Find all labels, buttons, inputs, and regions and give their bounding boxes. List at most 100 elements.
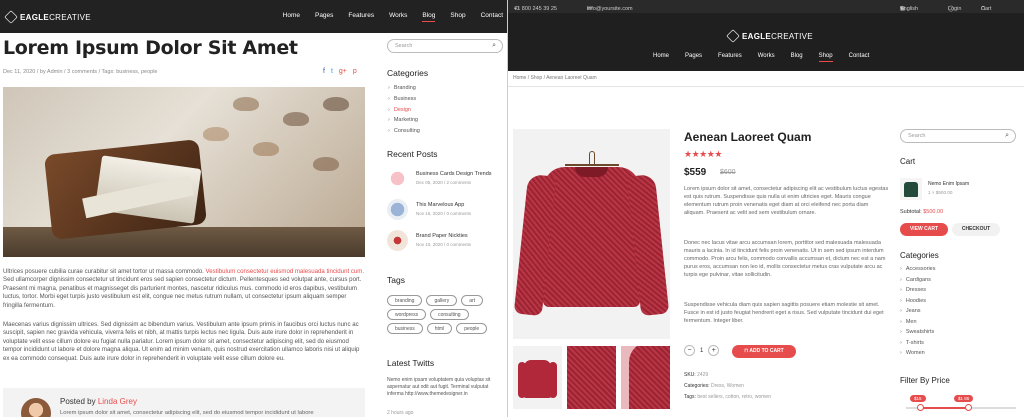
- category-item[interactable]: Men: [900, 319, 936, 330]
- inline-link[interactable]: Vestibulum consectetur euismod malesuada…: [206, 268, 365, 275]
- breadcrumb-divider: [508, 86, 1024, 87]
- tag-chip[interactable]: people: [456, 323, 488, 334]
- shop-product-panel: ✆ +1 800 245 39 25 ✉ info@yoursite.com ▦…: [508, 0, 1024, 417]
- nav-item-features[interactable]: Features: [348, 12, 374, 22]
- twitter-icon[interactable]: t: [331, 68, 333, 75]
- category-item[interactable]: Jeans: [900, 308, 936, 319]
- nav-item-pages[interactable]: Pages: [315, 12, 333, 22]
- nav-item-features[interactable]: Features: [718, 53, 742, 62]
- category-item[interactable]: Dresses: [900, 287, 936, 298]
- author-avatar: [21, 398, 51, 417]
- category-item[interactable]: Branding: [388, 85, 420, 96]
- star-icon: ★: [714, 149, 722, 159]
- nav-item-works[interactable]: Works: [389, 12, 407, 22]
- tag-chip[interactable]: art: [461, 295, 484, 306]
- price-range-slider[interactable]: [906, 404, 1016, 411]
- share-icons: f t g+ p: [323, 68, 357, 75]
- chevron-down-icon: ▾: [900, 6, 903, 12]
- post-paragraph-1: Ultrices posuere cubilia curae curabitur…: [3, 268, 365, 309]
- recent-post-thumbnail[interactable]: [387, 168, 408, 189]
- cart-item-name[interactable]: Nemo Enim Ipsam: [928, 181, 969, 187]
- add-to-cart-button[interactable]: ⊓ ADD TO CART: [732, 345, 796, 358]
- view-cart-button[interactable]: VIEW CART: [900, 223, 948, 236]
- filter-by-price-heading: Filter By Price: [900, 376, 950, 385]
- nav-item-shop[interactable]: Shop: [818, 53, 833, 62]
- top-navbar: EAGLE CREATIVE Home Pages Features Works Blog…: [0, 0, 507, 33]
- google-plus-icon[interactable]: g+: [339, 68, 347, 75]
- nav-item-home[interactable]: Home: [283, 12, 300, 22]
- star-icon: ★: [684, 149, 692, 159]
- site-logo[interactable]: EAGLE CREATIVE: [4, 10, 91, 24]
- categories-heading: Categories: [900, 251, 939, 260]
- recent-post-title[interactable]: Brand Paper Nickties: [416, 233, 468, 239]
- search-icon[interactable]: ⌕: [492, 42, 496, 50]
- nav-item-blog[interactable]: Blog: [791, 53, 803, 62]
- checkout-button[interactable]: CHECKOUT: [952, 223, 1000, 236]
- tag-chip[interactable]: branding: [387, 295, 423, 306]
- nav-item-works[interactable]: Works: [758, 53, 775, 62]
- categories-list: BrandingBusinessDesignMarketingConsultin…: [388, 85, 420, 139]
- tag-cloud: branding gallery art wordpress consulting bus…: [387, 295, 507, 334]
- product-main-image[interactable]: [513, 129, 670, 339]
- search-input[interactable]: Search ⌕: [900, 129, 1016, 143]
- twitt-text: Nemo enim ipsam voluptatem quia voluptas…: [387, 377, 491, 397]
- price-max-label: $1 85: [954, 395, 974, 402]
- recent-post-thumbnail[interactable]: [387, 230, 408, 251]
- price-max-handle[interactable]: [965, 404, 972, 411]
- nav-item-pages[interactable]: Pages: [685, 53, 702, 62]
- category-item[interactable]: Sweatshirts: [900, 329, 936, 340]
- increase-button[interactable]: +: [708, 345, 720, 356]
- recent-post-title[interactable]: This Marvelous App: [416, 202, 464, 208]
- logo-text-bold: EAGLE: [20, 12, 50, 22]
- product-sku: SKU: 2429: [684, 372, 709, 378]
- product-thumbnail[interactable]: [621, 346, 670, 409]
- category-item[interactable]: T-shirts: [900, 340, 936, 351]
- eagle-logo-icon: [4, 10, 18, 24]
- recent-post-thumbnail[interactable]: [387, 199, 408, 220]
- nav-item-contact[interactable]: Contact: [481, 12, 503, 22]
- recent-post-date: Nov 16, 2020 / 0 comments: [416, 211, 472, 216]
- category-item[interactable]: Consulting: [388, 128, 420, 139]
- nav-item-home[interactable]: Home: [653, 53, 669, 62]
- category-item[interactable]: Accessories: [900, 266, 936, 277]
- recent-post-title[interactable]: Business Cards Design Trends: [416, 171, 492, 177]
- category-item[interactable]: Design: [388, 107, 420, 118]
- search-icon[interactable]: ⌕: [1005, 132, 1009, 140]
- price-min-handle[interactable]: [917, 404, 924, 411]
- decrease-button[interactable]: −: [684, 345, 695, 356]
- pinterest-icon[interactable]: p: [353, 68, 357, 75]
- facebook-icon[interactable]: f: [323, 68, 325, 75]
- author-name-link[interactable]: Linda Grey: [98, 397, 137, 406]
- product-description-1: Lorem ipsum dolor sit amet, consectetur …: [684, 186, 889, 216]
- product-thumbnail[interactable]: [513, 346, 562, 409]
- main-menu: Home Pages Features Works Blog Shop Contact: [653, 53, 885, 62]
- logo-text-thin: CREATIVE: [771, 31, 813, 41]
- nav-item-contact[interactable]: Contact: [849, 53, 870, 62]
- product-thumbnail[interactable]: [567, 346, 616, 409]
- site-logo[interactable]: EAGLE CREATIVE: [726, 29, 813, 43]
- author-box: Posted by Linda Grey Lorem ipsum dolor s…: [3, 388, 365, 417]
- tag-chip[interactable]: wordpress: [387, 309, 427, 320]
- category-item[interactable]: Hoodies: [900, 298, 936, 309]
- cart-subtotal: Subtotal: $500.00: [900, 209, 944, 215]
- tag-chip[interactable]: business: [387, 323, 423, 334]
- search-input[interactable]: Search ⌕: [387, 39, 503, 53]
- product-price: $559: [684, 167, 707, 178]
- product-title: Aenean Laoreet Quam: [684, 130, 812, 144]
- cart-item-image[interactable]: [900, 178, 922, 200]
- nav-item-blog[interactable]: Blog: [422, 12, 436, 22]
- twitt-time: 2 hours ago: [387, 410, 414, 416]
- category-item[interactable]: Marketing: [388, 117, 420, 128]
- tag-chip[interactable]: html: [426, 323, 453, 334]
- category-item[interactable]: Women: [900, 350, 936, 361]
- tag-chip[interactable]: consulting: [430, 309, 469, 320]
- logo-text-bold: EAGLE: [742, 31, 772, 41]
- tag-chip[interactable]: gallery: [426, 295, 458, 306]
- author-byline: Posted by Linda Grey: [60, 397, 137, 406]
- quantity-value[interactable]: 1: [700, 348, 703, 354]
- category-item[interactable]: Business: [388, 96, 420, 107]
- post-featured-image: [3, 87, 365, 257]
- blog-post-panel: EAGLE CREATIVE Home Pages Features Works Blog…: [0, 0, 507, 417]
- nav-item-shop[interactable]: Shop: [450, 12, 465, 22]
- category-item[interactable]: Cardigans: [900, 277, 936, 288]
